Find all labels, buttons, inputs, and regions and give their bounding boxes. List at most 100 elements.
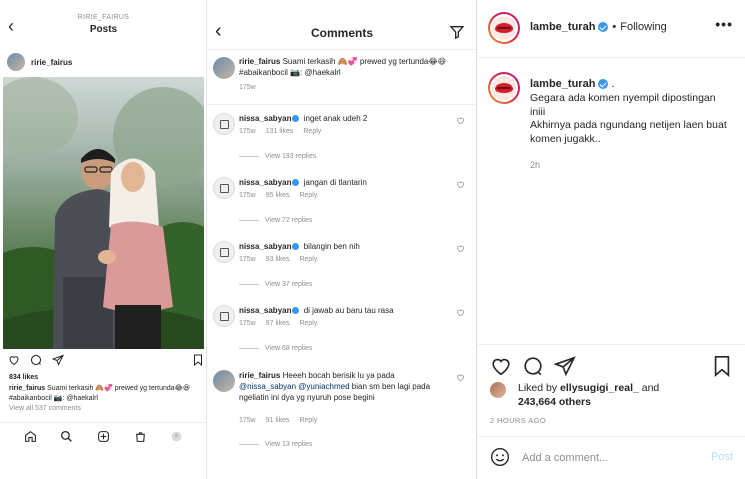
verified-badge-icon: [292, 179, 300, 186]
avatar[interactable]: [213, 57, 235, 79]
post-header: lambe_turah • Following •••: [478, 0, 745, 58]
comment-item: ririe_fairus Heeeh bocah berisik lu ya p…: [213, 370, 471, 452]
mention-link[interactable]: @nissa_sabyan: [239, 382, 296, 391]
add-comment-bar: Post: [478, 436, 745, 479]
comment-icon[interactable]: [522, 355, 544, 377]
view-replies-link[interactable]: View 13 replies: [239, 441, 312, 448]
reply-button[interactable]: Reply: [299, 192, 317, 199]
view-replies-label[interactable]: View 13 replies: [265, 441, 312, 448]
heart-icon[interactable]: [8, 354, 20, 366]
search-icon[interactable]: [60, 430, 74, 444]
avatar[interactable]: [213, 241, 235, 263]
post-timestamp[interactable]: 2 HOURS AGO: [490, 416, 546, 425]
view-replies-label[interactable]: View 37 replies: [265, 281, 312, 288]
comment-likes[interactable]: 93 likes: [266, 256, 290, 263]
comment-meta: 175w 93 likes Reply: [239, 256, 317, 263]
comment-username[interactable]: nissa_sabyan: [239, 306, 291, 315]
comment-likes[interactable]: 97 likes: [266, 320, 290, 327]
comment-meta: 175w 97 likes Reply: [239, 320, 317, 327]
heart-icon[interactable]: [456, 180, 465, 189]
post-author[interactable]: ririe_fairus: [7, 52, 72, 72]
avatar[interactable]: [213, 113, 235, 135]
couple-photo-illustration: [3, 77, 204, 349]
comment-item: nissa_sabyan inget anak udeh 2 175w 131 …: [213, 113, 471, 169]
avatar[interactable]: [488, 72, 520, 104]
avatar[interactable]: [488, 12, 520, 44]
header-username[interactable]: lambe_turah: [530, 21, 595, 33]
avatar[interactable]: [213, 370, 235, 392]
post-actions: [8, 354, 203, 368]
comments-title: Comments: [310, 26, 373, 40]
avatar[interactable]: [213, 177, 235, 199]
heart-icon[interactable]: [456, 308, 465, 317]
view-replies-link[interactable]: View 193 replies: [239, 153, 316, 160]
comment-likes[interactable]: 91 likes: [266, 417, 290, 424]
heart-icon[interactable]: [490, 355, 512, 377]
comment-body: inget anak udeh 2: [303, 114, 368, 123]
author-username[interactable]: ririe_fairus: [31, 58, 72, 67]
caption-dot: .: [611, 78, 615, 90]
comment-username[interactable]: nissa_sabyan: [239, 114, 291, 123]
comment-input[interactable]: [522, 449, 692, 467]
share-icon[interactable]: [554, 355, 576, 377]
liked-by-text: Liked by ellysugigi_real_ and 243,664 ot…: [518, 382, 659, 409]
post-photo[interactable]: [3, 77, 204, 349]
caption-text: Gegara ada komen nyempil dipostingan ini…: [530, 92, 727, 145]
comment-text: nissa_sabyan inget anak udeh 2: [239, 113, 453, 124]
likes-count[interactable]: 834 likes: [9, 374, 38, 381]
profile-icon[interactable]: [170, 430, 184, 444]
mention-link[interactable]: @yuniachmed: [298, 382, 349, 391]
emoji-icon[interactable]: [490, 447, 510, 467]
lips-logo-icon: [495, 83, 513, 93]
view-replies-label[interactable]: View 72 replies: [265, 217, 312, 224]
heart-icon[interactable]: [456, 116, 465, 125]
avatar[interactable]: [490, 382, 506, 398]
liked-by: Liked by ellysugigi_real_ and 243,664 ot…: [490, 380, 740, 410]
view-replies-link[interactable]: View 37 replies: [239, 281, 312, 288]
reply-button[interactable]: Reply: [303, 128, 321, 135]
avatar[interactable]: [7, 53, 25, 71]
verified-badge-icon: [292, 115, 300, 122]
home-icon[interactable]: [23, 430, 37, 444]
liked-by-username[interactable]: ellysugigi_real_: [560, 382, 639, 394]
comment-body: jangan di tlantarin: [303, 178, 367, 187]
comment-username[interactable]: ririe_fairus: [239, 371, 280, 380]
avatar[interactable]: [213, 305, 235, 327]
heart-icon[interactable]: [456, 244, 465, 253]
header-title: Posts: [89, 24, 118, 35]
caption-username[interactable]: lambe_turah: [530, 78, 595, 90]
reply-button[interactable]: Reply: [299, 256, 317, 263]
liked-by-prefix: Liked by: [518, 382, 558, 394]
comment-likes[interactable]: 131 likes: [266, 128, 294, 135]
view-replies-link[interactable]: View 72 replies: [239, 217, 312, 224]
more-options-icon[interactable]: •••: [715, 16, 733, 32]
comment-username[interactable]: nissa_sabyan: [239, 178, 291, 187]
caption-username[interactable]: ririe_fairus: [239, 57, 280, 66]
comment-meta: 175w 95 likes Reply: [239, 192, 317, 199]
filter-icon[interactable]: [449, 24, 465, 40]
comment-time: 175w: [239, 128, 256, 135]
post-button[interactable]: Post: [711, 451, 733, 463]
header-username: RIRIE_FAIRUS: [77, 14, 130, 21]
caption-username[interactable]: ririe_fairus: [9, 385, 45, 392]
comment-username[interactable]: nissa_sabyan: [239, 242, 291, 251]
view-replies-label[interactable]: View 68 replies: [265, 345, 312, 352]
view-all-comments-link[interactable]: View all 537 comments: [9, 405, 81, 412]
view-replies-link[interactable]: View 68 replies: [239, 345, 312, 352]
caption-age: 2h: [530, 160, 541, 170]
comment-time: 175w: [239, 417, 256, 424]
view-replies-label[interactable]: View 193 replies: [265, 153, 316, 160]
bookmark-icon[interactable]: [193, 354, 203, 366]
bookmark-icon[interactable]: [711, 355, 733, 377]
new-post-icon[interactable]: [96, 430, 110, 444]
following-button[interactable]: Following: [620, 21, 666, 33]
reply-button[interactable]: Reply: [299, 320, 317, 327]
comment-likes[interactable]: 95 likes: [266, 192, 290, 199]
heart-icon[interactable]: [456, 373, 465, 382]
share-icon[interactable]: [52, 354, 64, 366]
liked-by-others[interactable]: 243,664 others: [518, 396, 591, 408]
reply-button[interactable]: Reply: [299, 417, 317, 424]
shop-icon[interactable]: [133, 430, 147, 444]
comment-icon[interactable]: [30, 354, 42, 366]
post-caption: ririe_fairus Suami terkasih 🙈💞 prewed yg…: [9, 384, 205, 403]
